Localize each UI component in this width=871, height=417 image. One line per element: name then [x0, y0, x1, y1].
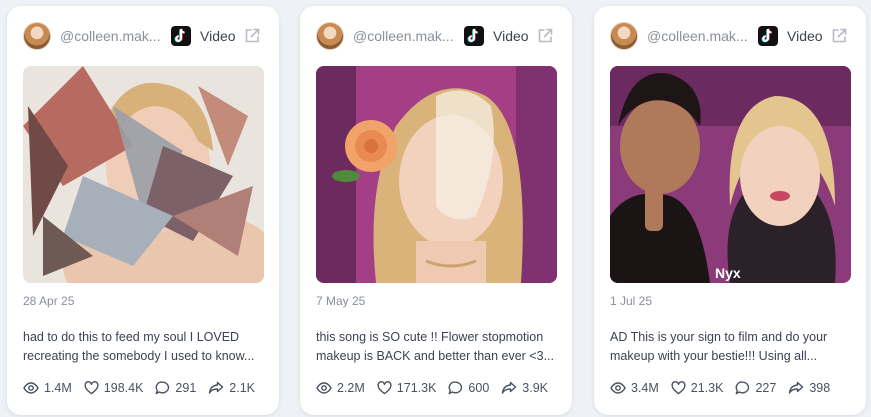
caption-line: AD This is your sign to film and do your: [610, 330, 828, 344]
share-icon: [209, 381, 224, 394]
video-thumbnail[interactable]: Nyx: [610, 66, 851, 283]
shares-count: 398: [809, 381, 831, 395]
card-header: @colleen.mak... Video: [300, 20, 572, 52]
caption-line: recreating the somebody I used to know..…: [23, 349, 255, 363]
creator-handle[interactable]: @colleen.mak...: [353, 28, 454, 44]
views-count: 3.4M: [631, 381, 659, 395]
post-card[interactable]: @colleen.mak... Video Nyx 1 Jul 25 AD Th…: [594, 6, 866, 415]
post-card[interactable]: @colleen.mak... Video 28 Apr 25 had to d…: [7, 6, 279, 415]
media-type-label: Video: [200, 28, 236, 44]
comments-stat: 291: [155, 381, 196, 395]
likes-count: 198.4K: [103, 381, 144, 395]
heart-icon: [377, 381, 392, 395]
caption-line: had to do this to feed my soul I LOVED: [23, 330, 240, 344]
comments-count: 227: [755, 381, 777, 395]
heart-icon: [671, 381, 686, 395]
external-link-icon[interactable]: [830, 27, 848, 45]
comments-stat: 227: [735, 381, 776, 395]
post-date: 28 Apr 25: [23, 294, 75, 308]
post-card[interactable]: @colleen.mak... Video 7 May 25 this song…: [300, 6, 572, 415]
shares-count: 2.1K: [229, 381, 255, 395]
tiktok-icon: [464, 26, 484, 46]
comments-count: 291: [175, 381, 197, 395]
eye-icon: [316, 382, 332, 394]
video-thumbnail[interactable]: [316, 66, 557, 283]
tiktok-icon: [758, 26, 778, 46]
media-type-label: Video: [493, 28, 529, 44]
avatar[interactable]: [23, 22, 51, 50]
media-type-label: Video: [787, 28, 823, 44]
card-header: @colleen.mak... Video: [7, 20, 279, 52]
tiktok-icon: [171, 26, 191, 46]
engagement-stats: 1.4M 198.4K 291 2.1K: [23, 380, 267, 396]
views-stat: 2.2M: [316, 381, 365, 395]
creator-handle[interactable]: @colleen.mak...: [647, 28, 748, 44]
external-link-icon[interactable]: [243, 27, 261, 45]
views-stat: 1.4M: [23, 381, 72, 395]
caption-line: makeup with your bestie!!! Using all...: [610, 349, 818, 363]
views-stat: 3.4M: [610, 381, 659, 395]
likes-count: 171.3K: [396, 381, 437, 395]
post-caption: AD This is your sign to film and do your…: [610, 328, 855, 366]
engagement-stats: 3.4M 21.3K 227 398: [610, 380, 842, 396]
post-date: 1 Jul 25: [610, 294, 653, 308]
shares-stat: 2.1K: [208, 381, 255, 395]
avatar[interactable]: [610, 22, 638, 50]
views-count: 2.2M: [337, 381, 365, 395]
eye-icon: [610, 382, 626, 394]
eye-icon: [23, 382, 39, 394]
post-caption: this song is SO cute !! Flower stopmotio…: [316, 328, 561, 366]
brand-overlay-text: Nyx: [715, 265, 741, 281]
comments-stat: 600: [448, 381, 489, 395]
shares-stat: 3.9K: [501, 381, 548, 395]
views-count: 1.4M: [44, 381, 72, 395]
card-header: @colleen.mak... Video: [594, 20, 866, 52]
comment-icon: [736, 381, 750, 395]
caption-line: makeup is BACK and better than ever <3..…: [316, 349, 554, 363]
creator-handle[interactable]: @colleen.mak...: [60, 28, 161, 44]
post-caption: had to do this to feed my soul I LOVED r…: [23, 328, 268, 366]
engagement-stats: 2.2M 171.3K 600 3.9K: [316, 380, 560, 396]
avatar[interactable]: [316, 22, 344, 50]
shares-count: 3.9K: [522, 381, 548, 395]
video-thumbnail[interactable]: [23, 66, 264, 283]
likes-stat: 171.3K: [377, 381, 437, 395]
likes-count: 21.3K: [690, 381, 724, 395]
heart-icon: [84, 381, 99, 395]
likes-stat: 198.4K: [84, 381, 144, 395]
external-link-icon[interactable]: [536, 27, 554, 45]
comments-count: 600: [468, 381, 490, 395]
post-date: 7 May 25: [316, 294, 366, 308]
likes-stat: 21.3K: [671, 381, 724, 395]
comment-icon: [156, 381, 170, 395]
share-icon: [502, 381, 517, 394]
shares-stat: 398: [788, 381, 830, 395]
caption-line: this song is SO cute !! Flower stopmotio…: [316, 330, 544, 344]
comment-icon: [449, 381, 463, 395]
share-icon: [789, 381, 804, 394]
